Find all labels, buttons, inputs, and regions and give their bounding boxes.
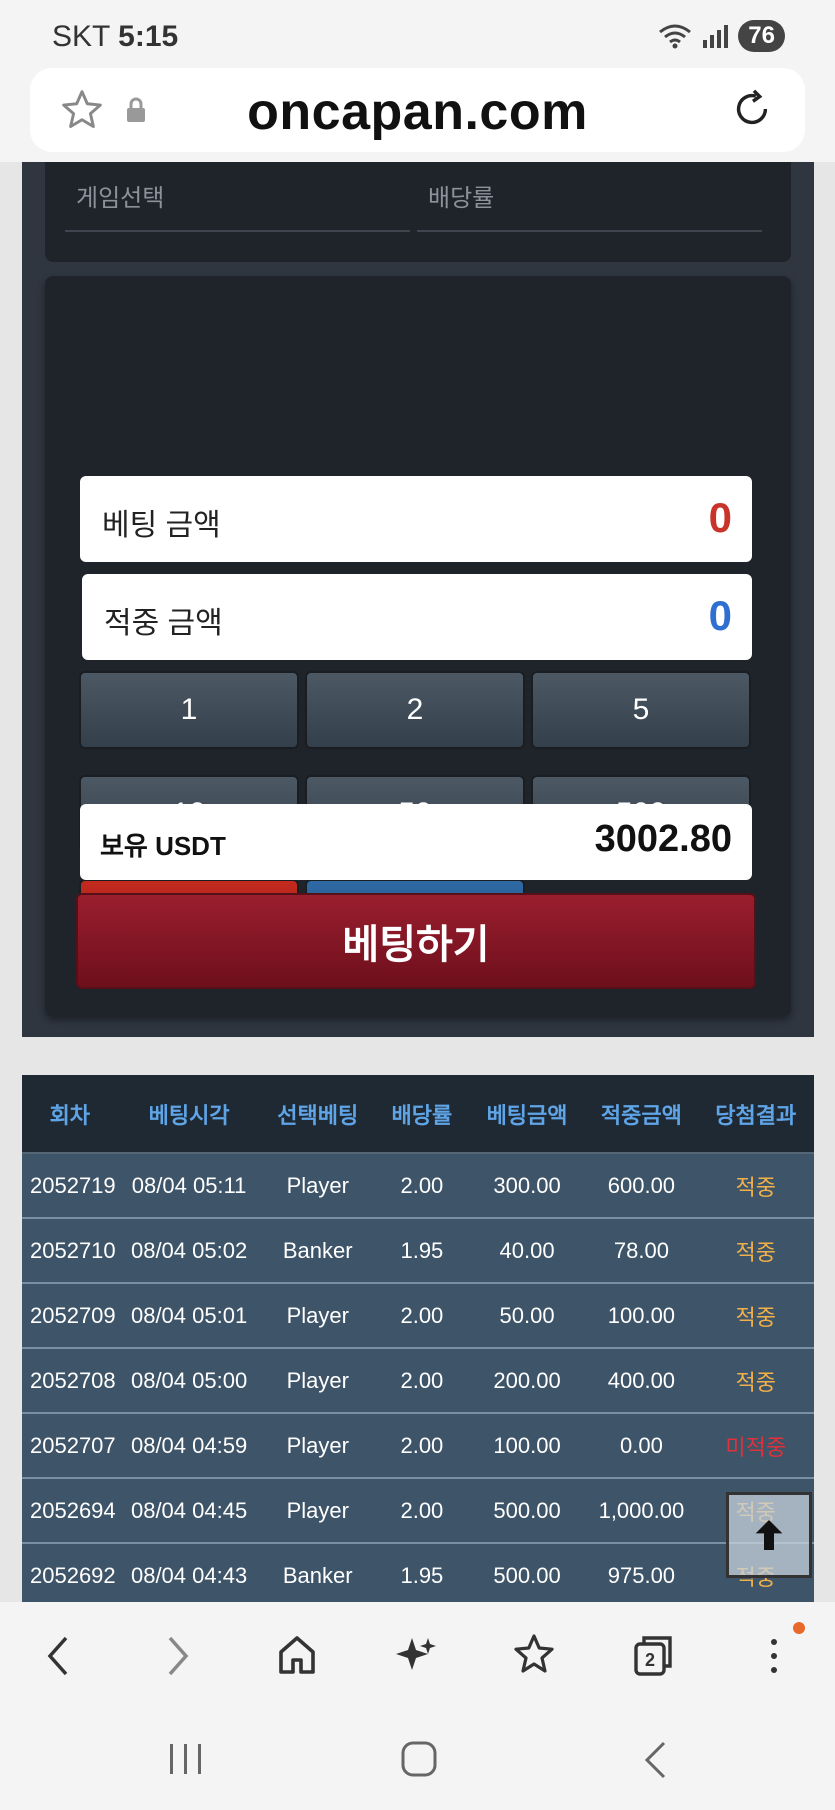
result-cell: 적중 <box>697 1153 814 1219</box>
time-cell: 08/04 05:00 <box>117 1348 261 1414</box>
status-bar: SKT 5:15 76 <box>0 0 835 68</box>
selection-cell: Player <box>260 1283 375 1349</box>
clock: 5:15 <box>118 20 179 53</box>
scroll-to-top-button[interactable] <box>726 1492 812 1578</box>
table-row[interactable]: 2052694 08/04 04:45 Player 2.00 500.00 1,000.… <box>22 1478 814 1544</box>
selection-cell: Player <box>260 1478 375 1544</box>
recent-apps-icon[interactable] <box>168 1742 204 1776</box>
result-cell: 미적중 <box>697 1413 814 1479</box>
home-system-icon[interactable] <box>400 1740 438 1778</box>
browser-toolbar: 2 <box>0 1602 835 1706</box>
time-cell: 08/04 05:01 <box>117 1283 261 1349</box>
round-cell: 2052692 <box>22 1543 118 1602</box>
bookmarks-icon[interactable] <box>510 1632 558 1680</box>
battery-level: 76 <box>738 20 785 52</box>
bet-history-table: 회차 베팅시각 선택베팅 배당률 베팅금액 적중금액 당첨결과 2052719 0… <box>22 1075 814 1602</box>
table-row[interactable]: 2052692 08/04 04:43 Banker 1.95 500.00 975.00… <box>22 1543 814 1602</box>
result-cell: 적중 <box>697 1348 814 1414</box>
win-amount-cell: 600.00 <box>585 1153 698 1219</box>
table-row[interactable]: 2052719 08/04 05:11 Player 2.00 300.00 600.00… <box>22 1153 814 1219</box>
bet-amount-cell: 200.00 <box>468 1348 586 1414</box>
table-row[interactable]: 2052707 08/04 04:59 Player 2.00 100.00 0.00 미적… <box>22 1413 814 1479</box>
header-result: 당첨결과 <box>697 1075 814 1154</box>
round-cell: 2052709 <box>22 1283 118 1349</box>
header-time: 베팅시각 <box>117 1075 261 1154</box>
odds-cell: 1.95 <box>374 1218 469 1284</box>
signal-icon <box>703 25 729 48</box>
arrow-up-icon <box>755 1520 783 1550</box>
win-amount-cell: 100.00 <box>585 1283 698 1349</box>
carrier-time: SKT 5:15 <box>52 20 178 54</box>
header-bet-amount: 베팅금액 <box>468 1075 586 1154</box>
bet-amount-cell: 40.00 <box>468 1218 586 1284</box>
round-cell: 2052707 <box>22 1413 118 1479</box>
tabs-icon[interactable]: 2 <box>630 1632 678 1680</box>
table-row[interactable]: 2052709 08/04 05:01 Player 2.00 50.00 100.00 적… <box>22 1283 814 1349</box>
time-cell: 08/04 04:45 <box>117 1478 261 1544</box>
menu-icon[interactable] <box>762 1632 786 1680</box>
reload-icon[interactable] <box>729 86 775 132</box>
home-icon[interactable] <box>273 1632 321 1680</box>
odds-cell: 1.95 <box>374 1543 469 1602</box>
result-cell: 적중 <box>697 1283 814 1349</box>
win-amount-cell: 975.00 <box>585 1543 698 1602</box>
win-amount-cell: 78.00 <box>585 1218 698 1284</box>
odds-cell: 2.00 <box>374 1478 469 1544</box>
status-icons: 76 <box>658 20 785 52</box>
round-cell: 2052719 <box>22 1153 118 1219</box>
table-viewport: 회차 베팅시각 선택베팅 배당률 베팅금액 적중금액 당첨결과 2052719 0… <box>0 162 835 1602</box>
round-cell: 2052710 <box>22 1218 118 1284</box>
forward-icon[interactable] <box>162 1632 194 1680</box>
table-header-row: 회차 베팅시각 선택베팅 배당률 베팅금액 적중금액 당첨결과 <box>22 1075 814 1154</box>
bet-amount-cell: 500.00 <box>468 1543 586 1602</box>
win-amount-cell: 0.00 <box>585 1413 698 1479</box>
win-amount-cell: 400.00 <box>585 1348 698 1414</box>
odds-cell: 2.00 <box>374 1153 469 1219</box>
odds-cell: 2.00 <box>374 1413 469 1479</box>
header-selection: 선택베팅 <box>260 1075 375 1154</box>
odds-cell: 2.00 <box>374 1283 469 1349</box>
round-cell: 2052694 <box>22 1478 118 1544</box>
round-cell: 2052708 <box>22 1348 118 1414</box>
odds-cell: 2.00 <box>374 1348 469 1414</box>
table-row[interactable]: 2052710 08/04 05:02 Banker 1.95 40.00 78.00 적중 <box>22 1218 814 1284</box>
time-cell: 08/04 04:59 <box>117 1413 261 1479</box>
system-navigation <box>0 1706 835 1810</box>
url-text[interactable]: oncapan.com <box>30 82 805 142</box>
header-win-amount: 적중금액 <box>585 1075 698 1154</box>
header-odds: 배당률 <box>374 1075 469 1154</box>
wifi-icon <box>659 24 692 49</box>
selection-cell: Banker <box>260 1543 375 1602</box>
back-icon[interactable] <box>42 1632 74 1680</box>
selection-cell: Player <box>260 1348 375 1414</box>
table-row[interactable]: 2052708 08/04 05:00 Player 2.00 200.00 400.00… <box>22 1348 814 1414</box>
result-cell: 적중 <box>697 1218 814 1284</box>
bet-amount-cell: 100.00 <box>468 1413 586 1479</box>
time-cell: 08/04 04:43 <box>117 1543 261 1602</box>
url-bar[interactable]: oncapan.com <box>30 68 805 152</box>
notification-dot <box>793 1622 805 1634</box>
header-round: 회차 <box>22 1075 118 1154</box>
bet-amount-cell: 500.00 <box>468 1478 586 1544</box>
win-amount-cell: 1,000.00 <box>585 1478 698 1544</box>
selection-cell: Banker <box>260 1218 375 1284</box>
selection-cell: Player <box>260 1153 375 1219</box>
sparkle-icon[interactable] <box>392 1632 440 1680</box>
bet-amount-cell: 50.00 <box>468 1283 586 1349</box>
back-system-icon[interactable] <box>640 1740 670 1780</box>
time-cell: 08/04 05:11 <box>117 1153 261 1219</box>
bet-amount-cell: 300.00 <box>468 1153 586 1219</box>
time-cell: 08/04 05:02 <box>117 1218 261 1284</box>
selection-cell: Player <box>260 1413 375 1479</box>
tabs-count: 2 <box>645 1650 656 1670</box>
carrier-name: SKT <box>52 20 110 53</box>
